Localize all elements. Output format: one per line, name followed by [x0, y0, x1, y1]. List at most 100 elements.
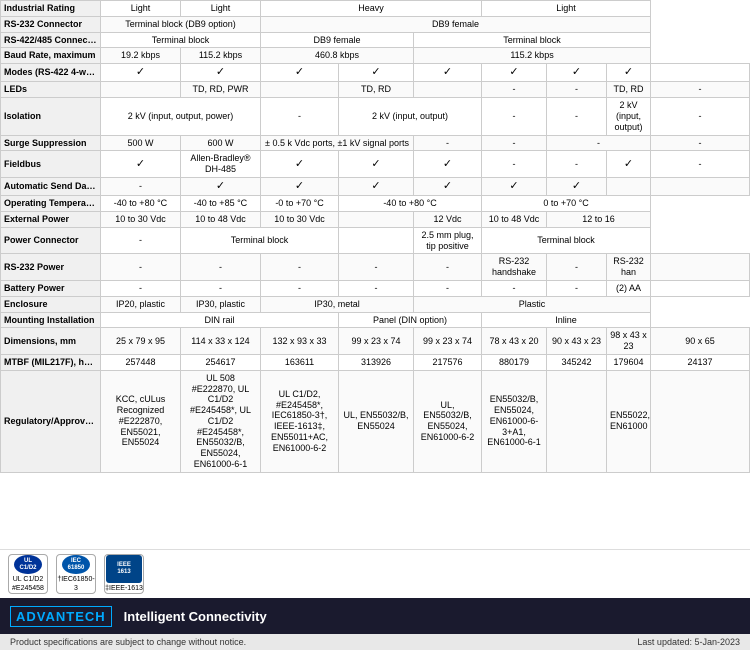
table-cell: UL, EN55032/B, EN55024, EN61000-6-2 [414, 370, 482, 472]
footer-tagline: Intelligent Connectivity [124, 609, 267, 624]
row-label: Modes (RS-422 4-wire RS485 2 & 4 wire) [1, 64, 101, 82]
table-cell: - [482, 135, 547, 151]
table-cell: ✓ [261, 151, 339, 178]
company-logo: ADVANTECH [10, 606, 112, 627]
table-cell: ✓ [261, 64, 339, 82]
table-row: Baud Rate, maximum19.2 kbps115.2 kbps460… [1, 48, 750, 64]
table-cell: ✓ [482, 177, 547, 195]
table-cell: TD, RD, PWR [181, 82, 261, 98]
table-container: Industrial RatingLightLightHeavyLightRS-… [0, 0, 750, 549]
table-cell [651, 280, 750, 296]
table-row: MTBF (MIL217F), hours2574482546171636113… [1, 354, 750, 370]
table-cell: IP30, plastic [181, 296, 261, 312]
table-cell: - [101, 177, 181, 195]
table-row: Modes (RS-422 4-wire RS485 2 & 4 wire)✓✓… [1, 64, 750, 82]
table-cell: ✓ [547, 64, 607, 82]
table-cell: Inline [482, 312, 651, 328]
table-cell: ✓ [261, 177, 339, 195]
row-label: Industrial Rating [1, 1, 101, 17]
table-cell: IP30, metal [261, 296, 414, 312]
table-cell: 115.2 kbps [181, 48, 261, 64]
table-cell: 115.2 kbps [414, 48, 651, 64]
table-row: Automatic Send Data Control-✓✓✓✓✓✓ [1, 177, 750, 195]
table-cell: (2) AA [607, 280, 651, 296]
table-cell [339, 227, 414, 254]
table-cell: 24137 [651, 354, 750, 370]
table-row: Battery Power-------(2) AA [1, 280, 750, 296]
table-row: Power Connector-Terminal block2.5 mm plu… [1, 227, 750, 254]
table-cell: 99 x 23 x 74 [414, 328, 482, 355]
last-updated: Last updated: 5-Jan-2023 [637, 637, 740, 647]
table-cell: Light [482, 1, 651, 17]
table-cell: Allen-Bradley® DH-485 [181, 151, 261, 178]
table-cell: - [547, 151, 607, 178]
table-cell: - [547, 82, 607, 98]
row-label: Baud Rate, maximum [1, 48, 101, 64]
table-cell: ✓ [414, 151, 482, 178]
table-row: Fieldbus✓Allen-Bradley® DH-485✓✓✓--✓- [1, 151, 750, 178]
row-label: Power Connector [1, 227, 101, 254]
table-cell: 114 x 33 x 124 [181, 328, 261, 355]
table-cell: 132 x 93 x 33 [261, 328, 339, 355]
table-cell: 99 x 23 x 74 [339, 328, 414, 355]
row-label: RS-232 Power [1, 254, 101, 281]
table-row: Dimensions, mm25 x 79 x 95114 x 33 x 124… [1, 328, 750, 355]
table-cell: 217576 [414, 354, 482, 370]
table-cell: 10 to 48 Vdc [181, 211, 261, 227]
table-cell: Light [101, 1, 181, 17]
table-cell [339, 211, 414, 227]
table-cell: - [482, 151, 547, 178]
disclaimer-text: Product specifications are subject to ch… [10, 637, 246, 647]
table-cell: Terminal block [181, 227, 339, 254]
table-cell: 345242 [547, 354, 607, 370]
table-cell: - [547, 254, 607, 281]
table-row: EnclosureIP20, plasticIP30, plasticIP30,… [1, 296, 750, 312]
table-cell: Terminal block [482, 227, 651, 254]
table-cell: ✓ [101, 64, 181, 82]
table-cell: - [482, 98, 547, 135]
table-cell: - [651, 135, 750, 151]
row-label: Isolation [1, 98, 101, 135]
table-cell: IP20, plastic [101, 296, 181, 312]
table-cell: - [651, 98, 750, 135]
table-row: Isolation2 kV (input, output, power)-2 k… [1, 98, 750, 135]
table-cell: - [261, 280, 339, 296]
table-cell: 2 kV (input, output) [339, 98, 482, 135]
row-label: Operating Temperature [1, 196, 101, 212]
table-cell: 600 W [181, 135, 261, 151]
table-cell: 90 x 65 [651, 328, 750, 355]
table-row: Mounting InstallationDIN railPanel (DIN … [1, 312, 750, 328]
table-cell: 12 Vdc [414, 211, 482, 227]
table-cell: DB9 female [261, 32, 414, 48]
table-cell: DB9 female [261, 16, 651, 32]
row-label: Dimensions, mm [1, 328, 101, 355]
table-cell: 880179 [482, 354, 547, 370]
table-cell: ✓ [414, 64, 482, 82]
table-cell: - [547, 98, 607, 135]
table-row: External Power10 to 30 Vdc10 to 48 Vdc10… [1, 211, 750, 227]
table-cell: - [651, 151, 750, 178]
table-cell: 179604 [607, 354, 651, 370]
row-label: RS-422/485 Connector [1, 32, 101, 48]
table-cell: 500 W [101, 135, 181, 151]
table-cell: -40 to +85 °C [181, 196, 261, 212]
table-cell: EN55022, EN61000 [607, 370, 651, 472]
row-label: Automatic Send Data Control [1, 177, 101, 195]
table-cell: UL 508 #E222870, UL C1/D2 #E245458*, UL … [181, 370, 261, 472]
table-cell: - [101, 227, 181, 254]
table-cell: ✓ [339, 177, 414, 195]
table-cell: TD, RD [607, 82, 651, 98]
table-cell: - [482, 280, 547, 296]
table-cell: UL, EN55032/B, EN55024 [339, 370, 414, 472]
table-cell: - [101, 280, 181, 296]
table-cell [651, 177, 750, 195]
table-cell: DIN rail [101, 312, 339, 328]
table-cell: - [261, 254, 339, 281]
table-cell: - [547, 135, 651, 151]
table-cell: ✓ [414, 177, 482, 195]
table-cell: 2.5 mm plug, tip positive [414, 227, 482, 254]
table-cell: KCC, cULus Recognized #E222870, EN55021,… [101, 370, 181, 472]
table-cell: TD, RD [339, 82, 414, 98]
table-cell: ± 0.5 k Vdc ports, ±1 kV signal ports [261, 135, 414, 151]
row-label: Battery Power [1, 280, 101, 296]
